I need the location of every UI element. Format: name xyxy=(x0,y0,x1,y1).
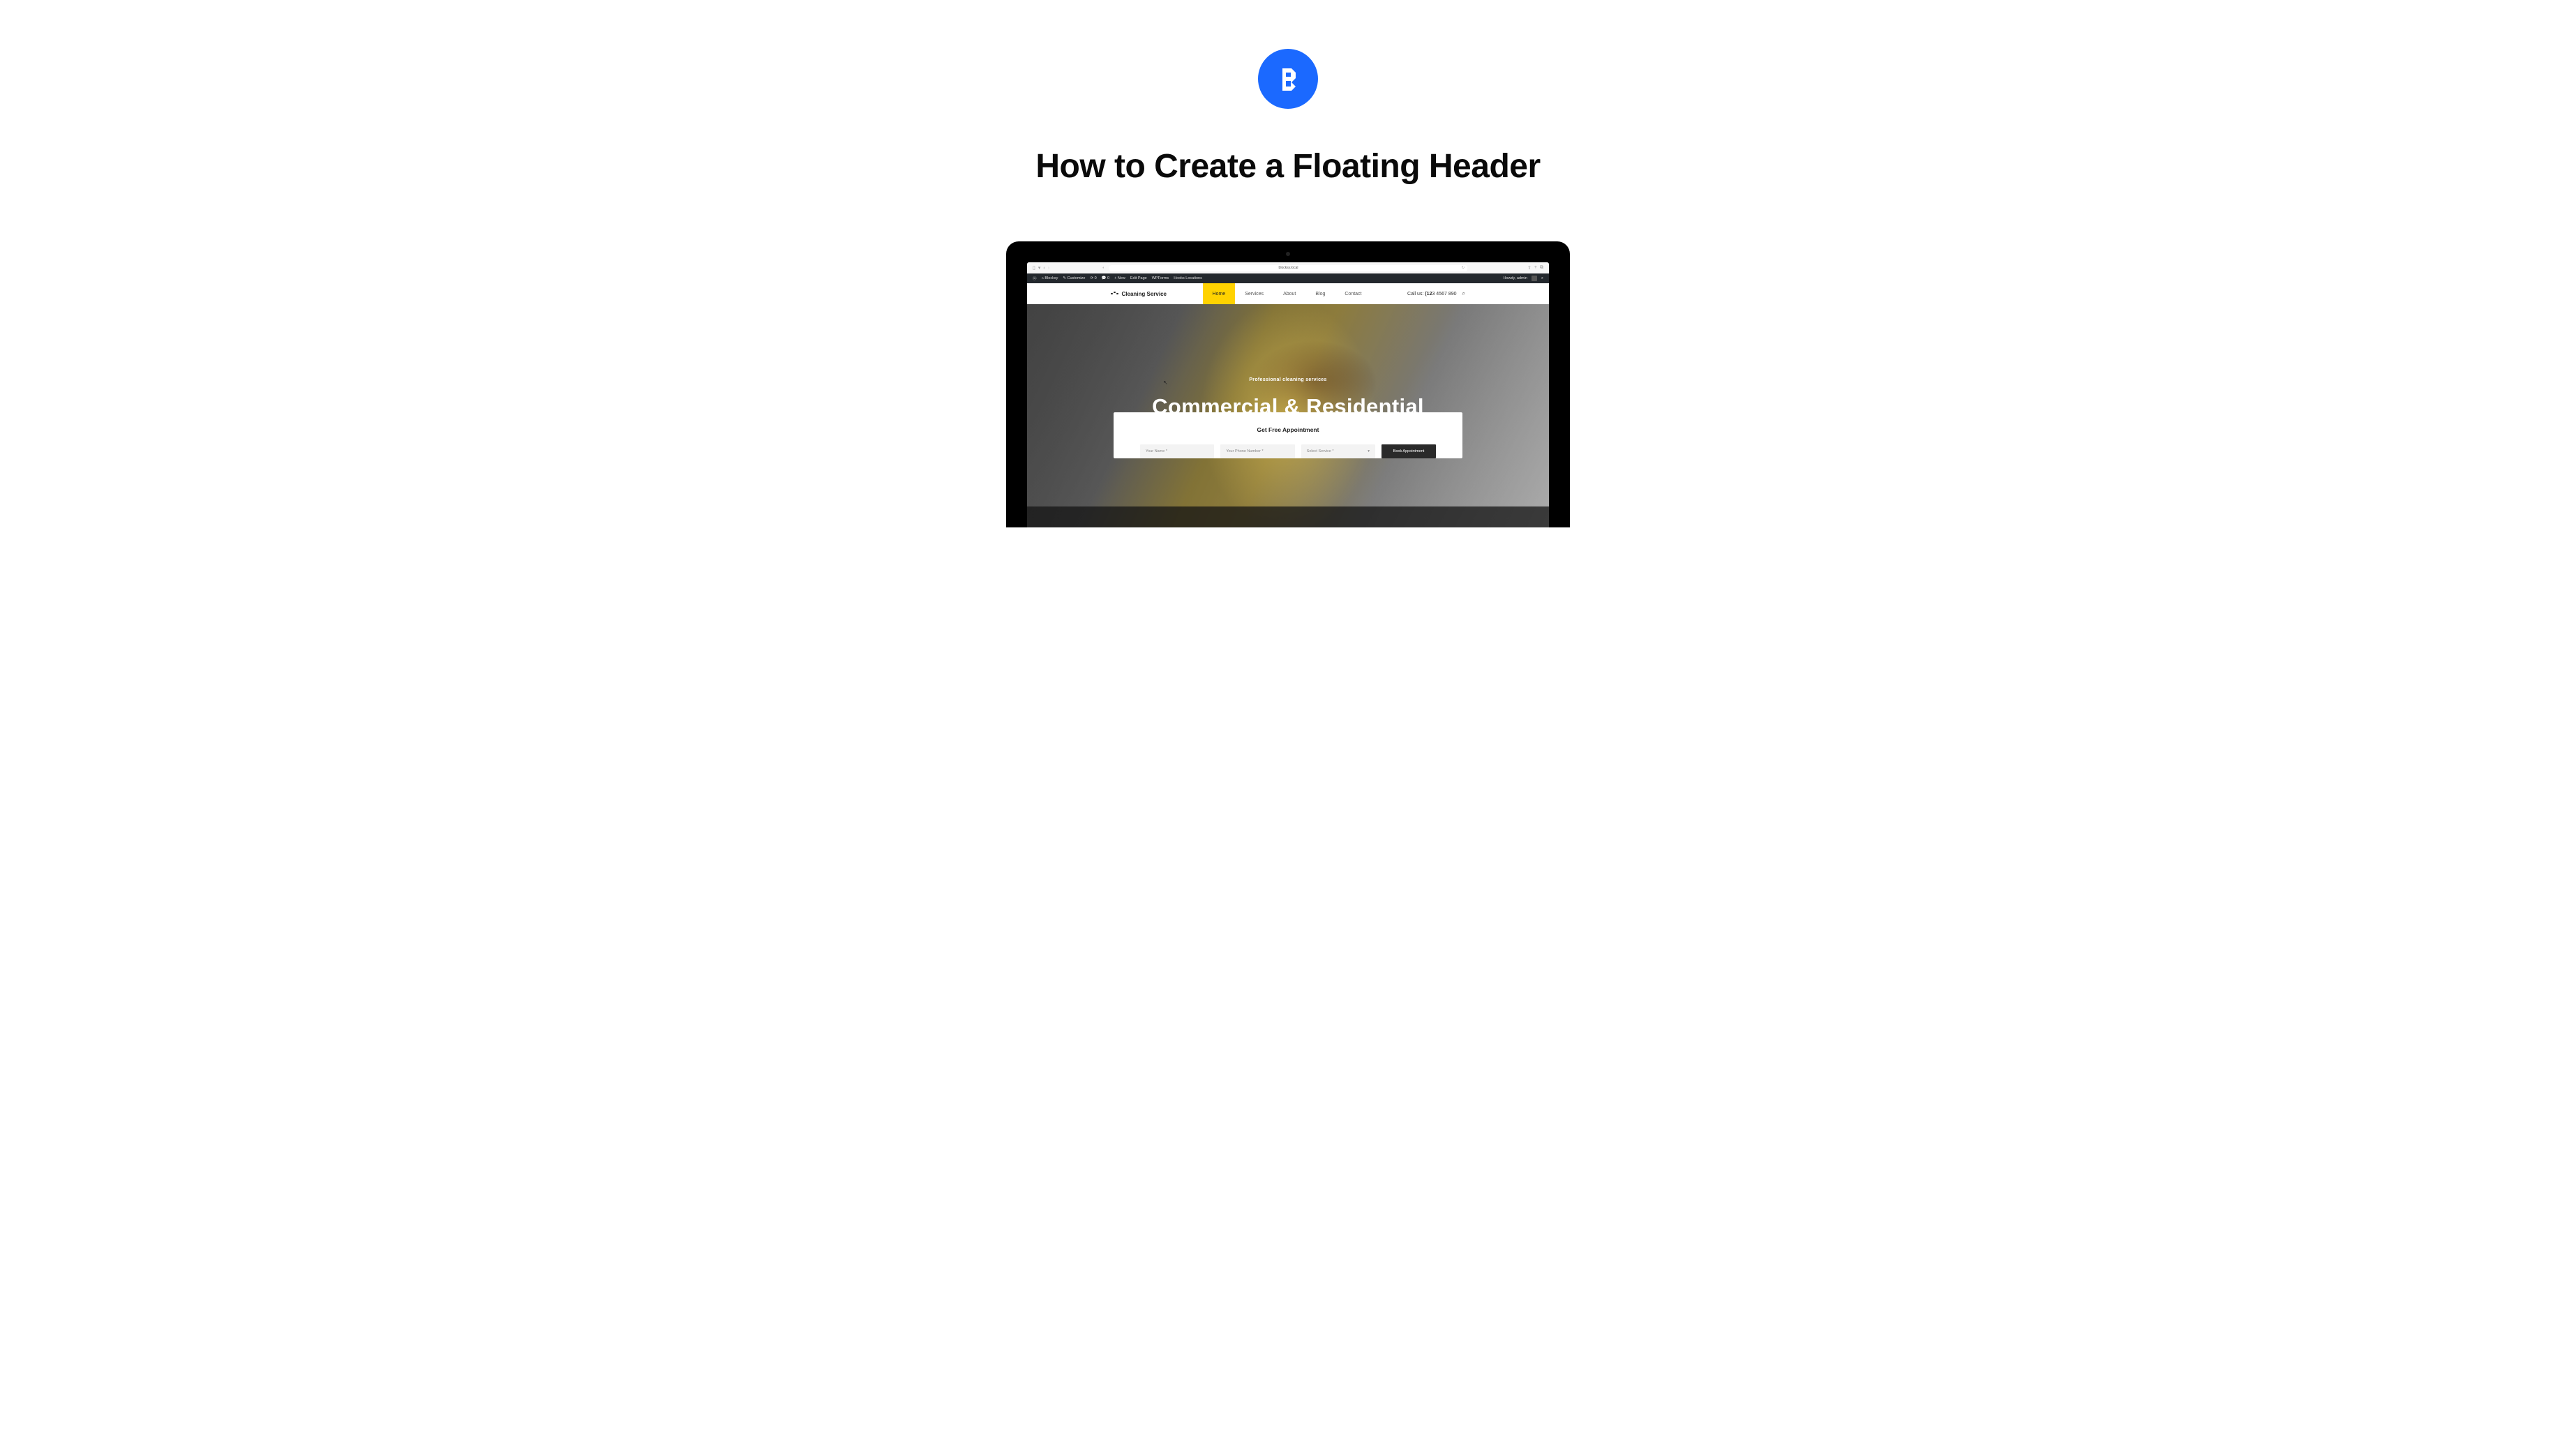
nav-about[interactable]: About xyxy=(1273,283,1305,304)
appointment-box: Get Free Appointment Your Name * Your Ph… xyxy=(1114,412,1462,458)
appointment-title: Get Free Appointment xyxy=(1257,426,1319,433)
chevron-down-icon: ▾ xyxy=(1368,449,1370,453)
appointment-row: Your Name * Your Phone Number * Select S… xyxy=(1140,444,1436,458)
browser-chrome: ▯ ▾ ‹ › ◐ blocksy.local ↻ ⇧ + ⧉ xyxy=(1027,262,1549,273)
page-title: How to Create a Floating Header xyxy=(1035,147,1540,186)
nav-services[interactable]: Services xyxy=(1235,283,1273,304)
wp-comments-link[interactable]: 💬 0 xyxy=(1102,276,1109,280)
site-name: Cleaning Service xyxy=(1122,291,1167,297)
avatar-icon[interactable] xyxy=(1532,276,1537,281)
refresh-icon[interactable]: ↻ xyxy=(1462,266,1465,270)
site-logo[interactable]: Cleaning Service xyxy=(1111,291,1167,297)
name-input[interactable]: Your Name * xyxy=(1140,444,1214,458)
nav-contact[interactable]: Contact xyxy=(1335,283,1371,304)
wp-admin-bar: ⓦ ⌂ Blocksy ✎ Customize ⟳ 0 💬 0 + New Ed… xyxy=(1027,273,1549,283)
tabs-icon[interactable]: ⧉ xyxy=(1540,265,1543,271)
hero-section: ↖ Professional cleaning services Commerc… xyxy=(1027,304,1549,527)
wp-updates-link[interactable]: ⟳ 0 xyxy=(1090,276,1096,280)
main-nav: Home Services About Blog Contact xyxy=(1203,283,1372,304)
hero-dark-strip xyxy=(1027,506,1549,527)
comment-icon: 💬 xyxy=(1102,276,1107,280)
camera-icon xyxy=(1286,252,1290,256)
share-icon[interactable]: ⇧ xyxy=(1527,265,1532,271)
wp-search-icon[interactable]: ⌕ xyxy=(1541,276,1543,281)
sidebar-toggle-icon[interactable]: ▯ xyxy=(1033,265,1035,271)
service-select[interactable]: Select Service * ▾ xyxy=(1301,444,1375,458)
wp-customize-link[interactable]: ✎ Customize xyxy=(1063,276,1085,280)
url-bar[interactable]: ◐ blocksy.local ↻ xyxy=(1109,265,1467,271)
updates-icon: ⟳ xyxy=(1090,276,1093,280)
wp-site-link[interactable]: ⌂ Blocksy xyxy=(1042,276,1058,280)
url-text: blocksy.local xyxy=(1279,266,1298,270)
monitor-frame: ▯ ▾ ‹ › ◐ blocksy.local ↻ ⇧ + ⧉ ⓦ ⌂ Bloc… xyxy=(1006,241,1570,527)
brush-icon: ✎ xyxy=(1063,276,1066,280)
wp-logo-icon[interactable]: ⓦ xyxy=(1033,276,1037,281)
wp-wpforms-link[interactable]: WPForms xyxy=(1152,276,1169,280)
cursor-icon: ↖ xyxy=(1163,380,1168,386)
phone-input[interactable]: Your Phone Number * xyxy=(1220,444,1294,458)
hero-eyebrow: Professional cleaning services xyxy=(1249,377,1326,382)
shield-icon: ◐ xyxy=(1102,266,1107,271)
home-icon: ⌂ xyxy=(1042,276,1044,280)
back-icon[interactable]: ‹ xyxy=(1043,266,1044,271)
browser-right-controls: ⇧ + ⧉ xyxy=(1527,265,1543,271)
book-appointment-button[interactable]: Book Appointment xyxy=(1381,444,1436,458)
forward-icon[interactable]: › xyxy=(1048,266,1049,271)
browser-left-controls: ▯ ▾ ‹ › xyxy=(1033,265,1049,271)
call-us-text: Call us: (123 4567 890 xyxy=(1407,292,1456,296)
wp-howdy[interactable]: Howdy, admin xyxy=(1503,276,1527,280)
new-tab-icon[interactable]: + xyxy=(1534,265,1537,271)
screen: ▯ ▾ ‹ › ◐ blocksy.local ↻ ⇧ + ⧉ ⓦ ⌂ Bloc… xyxy=(1027,262,1549,527)
wp-new-link[interactable]: + New xyxy=(1114,276,1125,280)
nav-blog[interactable]: Blog xyxy=(1305,283,1335,304)
site-header: Cleaning Service Home Services About Blo… xyxy=(1027,283,1549,304)
search-icon[interactable]: ⌕ xyxy=(1462,290,1465,297)
wp-hooks-link[interactable]: Hooks Locations xyxy=(1174,276,1202,280)
wp-edit-page-link[interactable]: Edit Page xyxy=(1130,276,1147,280)
nav-home[interactable]: Home xyxy=(1203,283,1236,304)
dropdown-icon[interactable]: ▾ xyxy=(1038,265,1041,271)
blocksy-logo-icon xyxy=(1273,64,1303,93)
header-right: Call us: (123 4567 890 ⌕ xyxy=(1407,290,1465,297)
blocksy-logo xyxy=(1258,49,1318,109)
logo-dots-icon xyxy=(1111,293,1118,295)
